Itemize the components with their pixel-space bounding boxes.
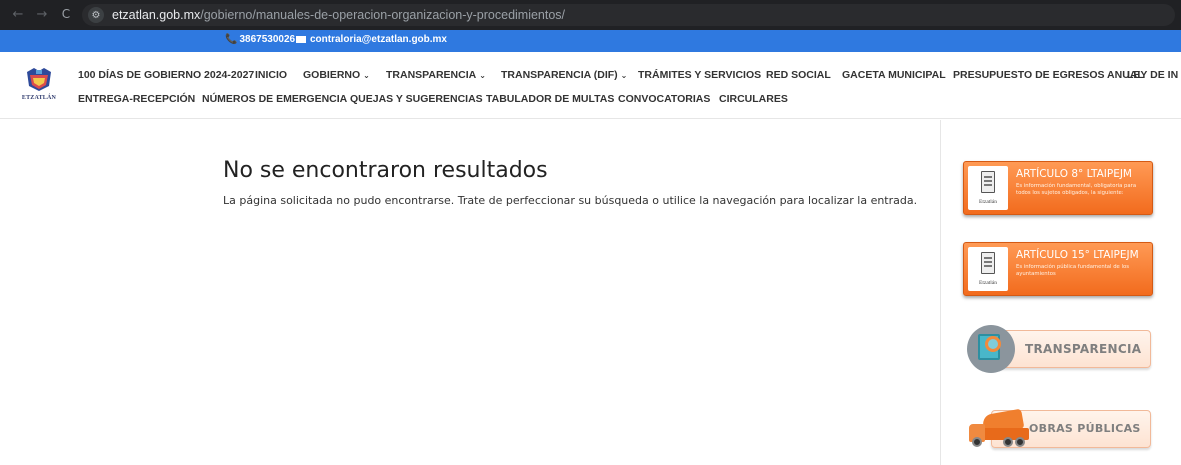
email-contact[interactable]: contraloria@etzatlan.gob.mx: [296, 34, 447, 45]
browser-toolbar: ← → C ⚙ etzatlan.gob.mx/gobierno/manuale…: [0, 0, 1181, 30]
not-found-message: La página solicitada no pudo encontrarse…: [223, 194, 918, 207]
menu-item-inicio[interactable]: INICIO: [255, 69, 287, 81]
banner-description: Es información pública fundamental de lo…: [1016, 264, 1129, 277]
transparencia-banner[interactable]: TRANSPARENCIA: [991, 330, 1151, 368]
back-icon[interactable]: ←: [8, 7, 28, 22]
menu-item-transparencia-label: TRANSPARENCIA: [386, 69, 477, 81]
site-logo[interactable]: ETZATLÁN: [20, 66, 58, 110]
chevron-down-icon: ⌄: [620, 71, 628, 80]
articulo-8-banner[interactable]: Etzatlán ARTÍCULO 8° LTAIPEJM Es informa…: [963, 161, 1153, 215]
mail-icon: [296, 36, 306, 43]
building-icon: [981, 171, 995, 193]
menu-item-tabulador[interactable]: TABULADOR DE MULTAS: [486, 93, 614, 105]
menu-item-gobierno[interactable]: GOBIERNO ⌄: [303, 69, 370, 81]
menu-item-gobierno-label: GOBIERNO: [303, 69, 361, 81]
reload-icon[interactable]: C: [56, 7, 76, 21]
etzatlan-badge: Etzatlán: [968, 166, 1008, 210]
url-domain: etzatlan.gob.mx: [112, 8, 201, 22]
badge-name: Etzatlán: [978, 199, 998, 205]
menu-item-presupuesto[interactable]: PRESUPUESTO DE EGRESOS ANUAL: [953, 69, 1144, 81]
menu-item-circulares[interactable]: CIRCULARES: [719, 93, 788, 105]
menu-item-numeros-emergencia[interactable]: NÚMEROS DE EMERGENCIA: [202, 93, 347, 105]
phone-contact[interactable]: 📞 3867530026: [225, 34, 295, 45]
chevron-down-icon: ⌄: [363, 71, 370, 80]
forward-icon[interactable]: →: [32, 7, 52, 22]
page-title: No se encontraron resultados: [223, 158, 548, 183]
sidebar: Etzatlán ARTÍCULO 8° LTAIPEJM Es informa…: [941, 120, 1181, 465]
phone-number: 3867530026: [239, 34, 296, 45]
etzatlan-badge: Etzatlán: [968, 247, 1008, 291]
badge-name: Etzatlán: [978, 280, 998, 286]
menu-item-tramites[interactable]: TRÁMITES Y SERVICIOS: [638, 69, 761, 81]
menu-item-red-social[interactable]: RED SOCIAL: [766, 69, 831, 81]
banner-title: ARTÍCULO 8° LTAIPEJM: [1016, 168, 1132, 180]
banner-label: OBRAS PÚBLICAS: [1029, 422, 1141, 435]
logo-text: ETZATLÁN: [21, 95, 57, 101]
cement-truck-icon: [969, 408, 1029, 448]
menu-item-ley[interactable]: LEY DE IN: [1127, 69, 1178, 81]
logo-shield-icon: [27, 68, 51, 91]
articulo-15-banner[interactable]: Etzatlán ARTÍCULO 15° LTAIPEJM Es inform…: [963, 242, 1153, 296]
site-header: ETZATLÁN 100 DÍAS DE GOBIERNO 2024-2027 …: [0, 52, 1181, 119]
menu-item-entrega-recepcion[interactable]: ENTREGA-RECEPCIÓN: [78, 93, 195, 105]
address-bar[interactable]: ⚙ etzatlan.gob.mx/gobierno/manuales-de-o…: [82, 4, 1175, 26]
menu-item-quejas[interactable]: QUEJAS Y SUGERENCIAS: [350, 93, 483, 105]
email-address: contraloria@etzatlan.gob.mx: [310, 34, 447, 45]
contact-bar: 📞 3867530026 contraloria@etzatlan.gob.mx: [0, 30, 1181, 52]
banner-label: TRANSPARENCIA: [1025, 342, 1142, 356]
banner-description: Es información fundamental, obligatoria …: [1016, 183, 1137, 196]
phone-icon: 📞: [225, 34, 238, 45]
banner-title: ARTÍCULO 15° LTAIPEJM: [1016, 249, 1139, 261]
url-text[interactable]: etzatlan.gob.mx/gobierno/manuales-de-ope…: [112, 8, 565, 22]
menu-item-transparencia-dif[interactable]: TRANSPARENCIA (DIF) ⌄: [501, 69, 627, 81]
menu-item-transparencia[interactable]: TRANSPARENCIA ⌄: [386, 69, 486, 81]
url-path: /gobierno/manuales-de-operacion-organiza…: [200, 8, 566, 22]
menu-item-100-dias[interactable]: 100 DÍAS DE GOBIERNO 2024-2027: [78, 69, 254, 81]
chevron-down-icon: ⌄: [479, 71, 486, 80]
building-icon: [981, 252, 995, 274]
main-content: No se encontraron resultados La página s…: [0, 120, 940, 465]
menu-item-gaceta[interactable]: GACETA MUNICIPAL: [842, 69, 946, 81]
magnifier-icon: [985, 336, 1001, 352]
menu-item-transparencia-dif-label: TRANSPARENCIA (DIF): [501, 69, 618, 81]
menu-item-convocatorias[interactable]: CONVOCATORIAS: [618, 93, 710, 105]
site-info-icon[interactable]: ⚙: [88, 7, 104, 23]
